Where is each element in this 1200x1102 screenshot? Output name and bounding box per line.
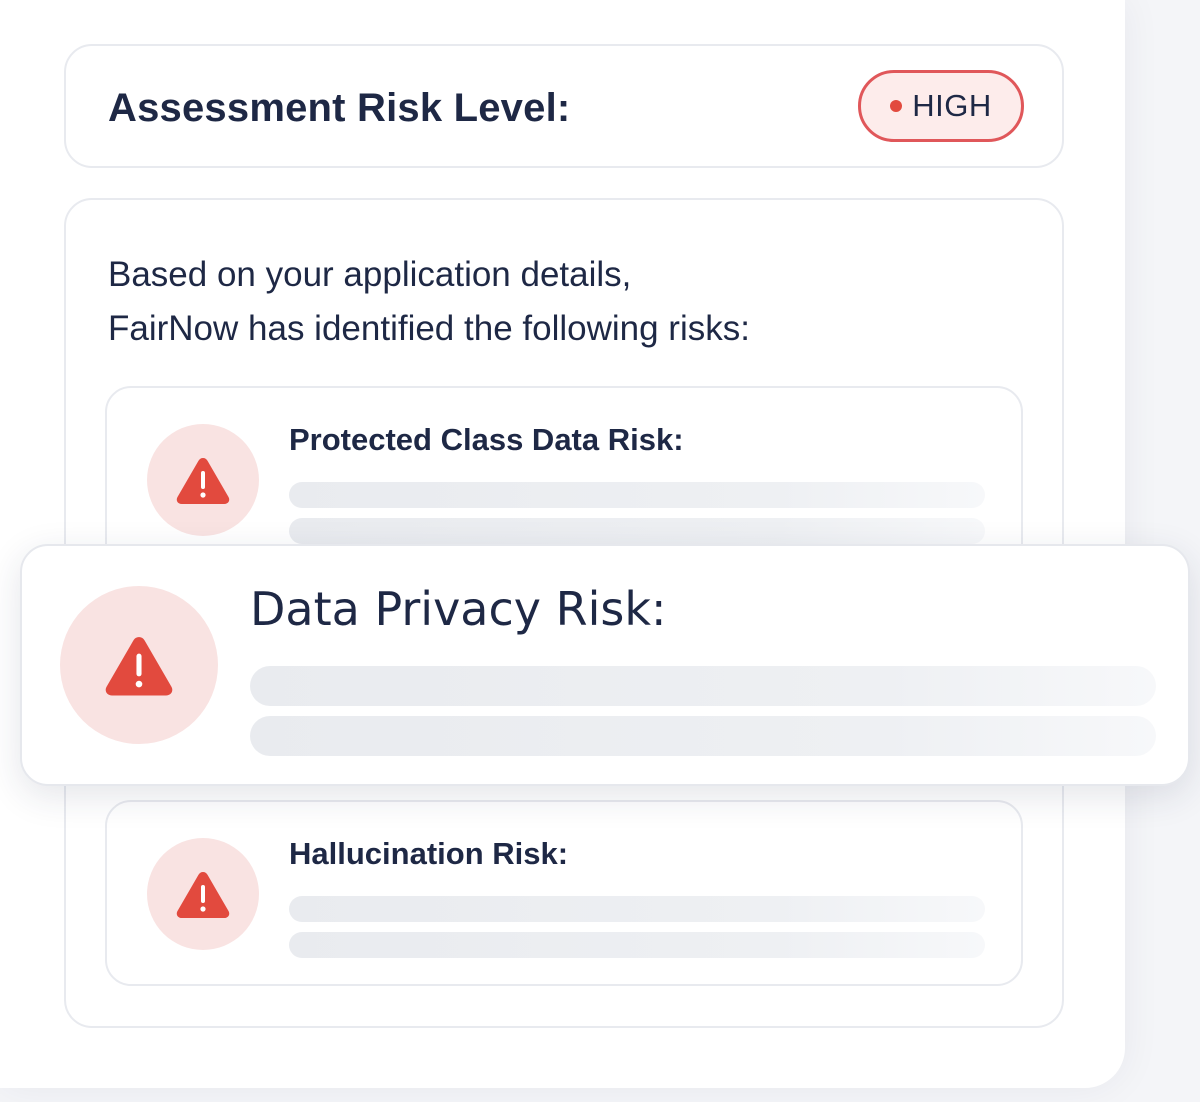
warning-triangle-icon <box>176 458 230 504</box>
status-dot-icon <box>890 100 903 112</box>
placeholder-line <box>289 482 985 508</box>
placeholder-line <box>289 518 985 544</box>
risk-name-label: Hallucination Risk: <box>289 836 569 871</box>
placeholder-line <box>289 896 985 922</box>
risk-summary-intro: Based on your application details, FairN… <box>108 248 750 356</box>
warning-triangle-icon <box>105 637 173 696</box>
risk-level-label: HIGH <box>912 88 992 123</box>
placeholder-line <box>250 666 1156 706</box>
risk-item-hallucination[interactable]: Hallucination Risk: <box>105 800 1023 986</box>
warning-triangle-icon <box>176 872 230 918</box>
warning-icon-badge <box>147 424 259 536</box>
risk-name-label: Protected Class Data Risk: <box>289 422 684 457</box>
warning-icon-badge <box>60 586 218 744</box>
assessment-risk-level-title: Assessment Risk Level: <box>108 86 571 130</box>
intro-line-2: FairNow has identified the following ris… <box>108 309 750 348</box>
intro-line-1: Based on your application details, <box>108 255 632 294</box>
risk-item-data-privacy[interactable]: Data Privacy Risk: <box>20 544 1190 786</box>
assessment-risk-level-card: Assessment Risk Level: HIGH <box>64 44 1064 168</box>
warning-icon-badge <box>147 838 259 950</box>
placeholder-line <box>250 716 1156 756</box>
risk-name-label: Data Privacy Risk: <box>250 582 667 636</box>
placeholder-line <box>289 932 985 958</box>
risk-level-badge[interactable]: HIGH <box>858 70 1024 142</box>
